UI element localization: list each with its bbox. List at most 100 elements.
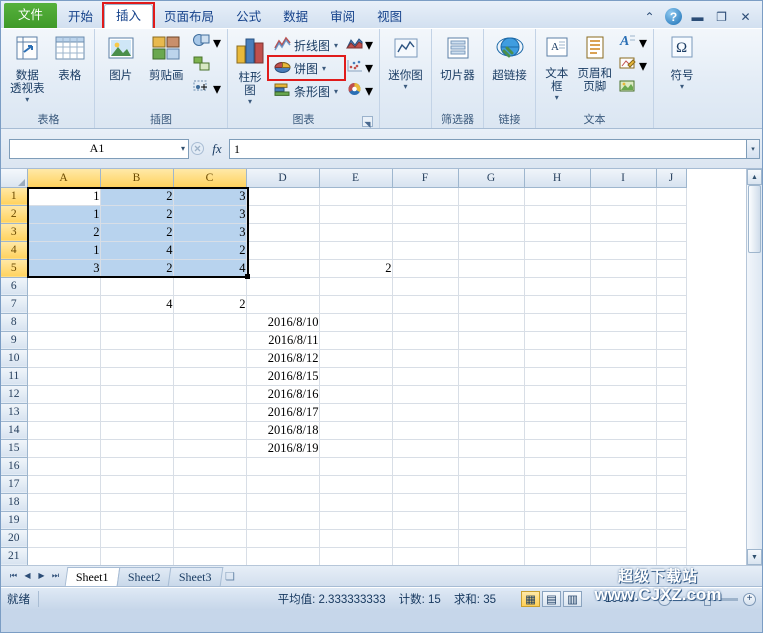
cell-G12[interactable]: [458, 385, 525, 404]
cell-J19[interactable]: [656, 511, 687, 530]
cell-F20[interactable]: [392, 529, 459, 548]
scroll-down-button[interactable]: ▼: [747, 549, 762, 565]
insert-function-button[interactable]: fx: [205, 139, 229, 159]
cell-A10[interactable]: [27, 349, 101, 368]
cell-J18[interactable]: [656, 493, 687, 512]
normal-view-button[interactable]: ▦: [521, 591, 540, 607]
cell-H18[interactable]: [524, 493, 591, 512]
cell-A3[interactable]: 2: [27, 223, 101, 242]
header-footer-button[interactable]: 页眉和页脚: [576, 32, 614, 95]
last-sheet-icon[interactable]: ⏭: [49, 571, 62, 581]
next-sheet-icon[interactable]: ▶: [35, 571, 48, 581]
cell-A14[interactable]: [27, 421, 101, 440]
cell-E15[interactable]: [319, 439, 393, 458]
chevron-down-icon[interactable]: ▾: [680, 83, 684, 91]
cell-H9[interactable]: [524, 331, 591, 350]
scroll-track[interactable]: [747, 253, 762, 549]
cell-H6[interactable]: [524, 277, 591, 296]
cell-D4[interactable]: [246, 241, 320, 260]
column-header-d[interactable]: D: [246, 169, 320, 188]
cell-I10[interactable]: [590, 349, 657, 368]
cell-B11[interactable]: [100, 367, 174, 386]
cell-G21[interactable]: [458, 547, 525, 565]
cell-E10[interactable]: [319, 349, 393, 368]
cell-F11[interactable]: [392, 367, 459, 386]
cell-I7[interactable]: [590, 295, 657, 314]
cell-F16[interactable]: [392, 457, 459, 476]
cell-D8[interactable]: 2016/8/10: [246, 313, 320, 332]
cell-G13[interactable]: [458, 403, 525, 422]
cell-J12[interactable]: [656, 385, 687, 404]
cell-I17[interactable]: [590, 475, 657, 494]
row-header-7[interactable]: 7: [1, 295, 28, 314]
chevron-down-icon[interactable]: ▾: [555, 94, 559, 102]
cell-J13[interactable]: [656, 403, 687, 422]
chevron-down-icon[interactable]: ▾: [639, 56, 647, 76]
cell-B21[interactable]: [100, 547, 174, 565]
zoom-slider[interactable]: − +: [658, 592, 756, 606]
cell-I1[interactable]: [590, 187, 657, 206]
cell-E1[interactable]: [319, 187, 393, 206]
cell-J16[interactable]: [656, 457, 687, 476]
cell-J2[interactable]: [656, 205, 687, 224]
cell-B13[interactable]: [100, 403, 174, 422]
row-header-13[interactable]: 13: [1, 403, 28, 422]
cell-J1[interactable]: [656, 187, 687, 206]
cell-C13[interactable]: [173, 403, 247, 422]
cell-H13[interactable]: [524, 403, 591, 422]
cell-G18[interactable]: [458, 493, 525, 512]
formula-input[interactable]: 1: [229, 138, 746, 159]
cell-F4[interactable]: [392, 241, 459, 260]
row-header-17[interactable]: 17: [1, 475, 28, 494]
cell-I20[interactable]: [590, 529, 657, 548]
scatter-chart-button[interactable]: ▾: [344, 57, 375, 79]
tab-data[interactable]: 数据: [272, 6, 319, 29]
ribbon-collapse-icon[interactable]: ⌃: [641, 9, 658, 24]
cell-J10[interactable]: [656, 349, 687, 368]
expand-formula-bar-button[interactable]: ▾: [746, 138, 760, 159]
cell-B3[interactable]: 2: [100, 223, 174, 242]
cell-G16[interactable]: [458, 457, 525, 476]
cell-B9[interactable]: [100, 331, 174, 350]
picture-button[interactable]: 图片: [99, 32, 142, 84]
cell-E5[interactable]: 2: [319, 259, 393, 278]
cell-A12[interactable]: [27, 385, 101, 404]
cell-A9[interactable]: [27, 331, 101, 350]
cell-G10[interactable]: [458, 349, 525, 368]
cell-H20[interactable]: [524, 529, 591, 548]
cell-E11[interactable]: [319, 367, 393, 386]
minimize-icon[interactable]: ▬: [689, 9, 706, 24]
cell-D18[interactable]: [246, 493, 320, 512]
row-header-21[interactable]: 21: [1, 547, 28, 565]
cell-I6[interactable]: [590, 277, 657, 296]
chevron-down-icon[interactable]: ▾: [213, 79, 221, 99]
smartart-button[interactable]: [190, 55, 223, 77]
cell-F19[interactable]: [392, 511, 459, 530]
cell-G4[interactable]: [458, 241, 525, 260]
line-chart-button[interactable]: 折线图 ▾: [270, 34, 342, 56]
cell-E14[interactable]: [319, 421, 393, 440]
cell-F1[interactable]: [392, 187, 459, 206]
cell-G5[interactable]: [458, 259, 525, 278]
sparkline-button[interactable]: 迷你图 ▾: [384, 32, 427, 91]
column-header-a[interactable]: A: [27, 169, 101, 188]
cell-F14[interactable]: [392, 421, 459, 440]
cell-H2[interactable]: [524, 205, 591, 224]
prev-sheet-icon[interactable]: ◀: [21, 571, 34, 581]
cell-J15[interactable]: [656, 439, 687, 458]
cell-J7[interactable]: [656, 295, 687, 314]
cell-C9[interactable]: [173, 331, 247, 350]
cell-G17[interactable]: [458, 475, 525, 494]
cell-C12[interactable]: [173, 385, 247, 404]
close-icon[interactable]: ✕: [737, 9, 754, 24]
chevron-down-icon[interactable]: ▾: [365, 81, 373, 101]
symbol-button[interactable]: Ω 符号 ▾: [658, 32, 706, 91]
help-icon[interactable]: ?: [665, 8, 682, 25]
cell-D20[interactable]: [246, 529, 320, 548]
row-header-19[interactable]: 19: [1, 511, 28, 530]
row-header-5[interactable]: 5: [1, 259, 28, 278]
cell-C19[interactable]: [173, 511, 247, 530]
scroll-thumb[interactable]: [748, 185, 761, 253]
cell-F5[interactable]: [392, 259, 459, 278]
cell-J11[interactable]: [656, 367, 687, 386]
